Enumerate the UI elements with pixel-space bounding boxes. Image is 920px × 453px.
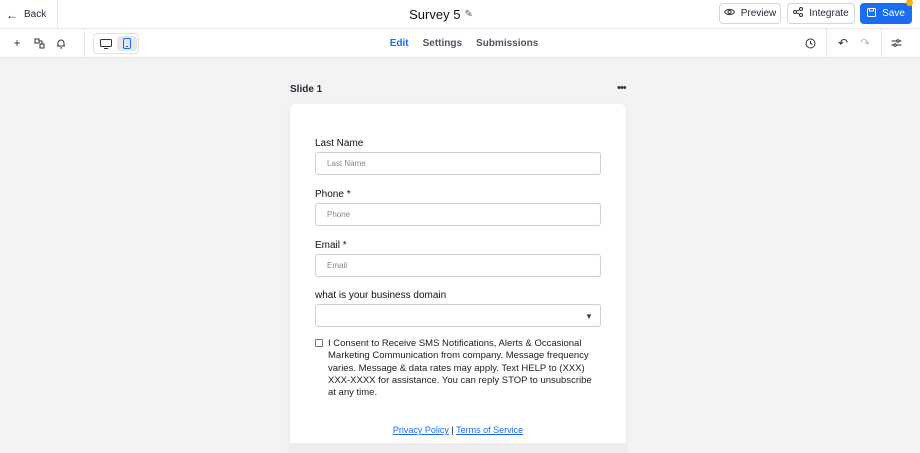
link-separator: |	[451, 425, 454, 435]
redo-icon[interactable]: ↷	[858, 36, 872, 50]
consent-checkbox[interactable]	[315, 339, 323, 347]
more-options-icon[interactable]: •••	[617, 82, 627, 94]
top-bar: ← Back Survey 5 ✎ Preview Integrate Save	[0, 0, 920, 29]
preview-label: Preview	[740, 8, 777, 19]
last-name-placeholder: Last Name	[327, 159, 366, 168]
share-icon	[793, 7, 804, 20]
editor-tabs: Edit Settings Submissions	[0, 29, 920, 58]
preview-button[interactable]: Preview	[719, 3, 781, 24]
privacy-policy-link[interactable]: Privacy Policy	[393, 425, 449, 435]
sliders-icon[interactable]	[889, 36, 903, 50]
business-domain-select[interactable]	[315, 304, 601, 327]
phone-placeholder: Phone	[327, 210, 351, 219]
field-label-last-name: Last Name	[315, 138, 364, 149]
pencil-icon[interactable]: ✎	[464, 9, 472, 20]
field-label-business-domain: what is your business domain	[315, 290, 447, 301]
history-icon[interactable]	[803, 36, 817, 50]
email-input[interactable]: Email	[315, 254, 601, 277]
notification-dot	[906, 0, 913, 6]
integrate-label: Integrate	[809, 8, 849, 19]
chevron-down-icon: ▼	[585, 312, 593, 321]
tab-submissions[interactable]: Submissions	[476, 38, 538, 49]
eye-icon	[723, 8, 735, 19]
toolbar-divider	[881, 29, 882, 58]
save-label: Save	[882, 8, 905, 19]
last-name-input[interactable]: Last Name	[315, 152, 601, 175]
field-label-email: Email *	[315, 240, 347, 251]
survey-title-text: Survey 5	[409, 7, 461, 22]
undo-icon[interactable]: ↶	[836, 36, 850, 50]
terms-of-service-link[interactable]: Terms of Service	[456, 425, 523, 435]
save-button[interactable]: Save	[860, 3, 912, 24]
phone-input[interactable]: Phone	[315, 203, 601, 226]
consent-text: I Consent to Receive SMS Notifications, …	[328, 338, 592, 399]
tab-settings[interactable]: Settings	[423, 38, 462, 49]
toolbar-divider	[826, 29, 827, 58]
field-label-phone: Phone *	[315, 189, 351, 200]
integrate-button[interactable]: Integrate	[787, 3, 855, 24]
tab-edit[interactable]: Edit	[390, 38, 409, 49]
email-placeholder: Email	[327, 261, 348, 270]
floppy-icon	[867, 7, 877, 20]
card-bottom-band	[290, 443, 626, 453]
footer-links: Privacy Policy | Terms of Service	[290, 425, 626, 435]
editor-toolbar: + Edit Settings Submissions ↶ ↷	[0, 29, 920, 58]
slide-label: Slide 1	[290, 84, 323, 95]
